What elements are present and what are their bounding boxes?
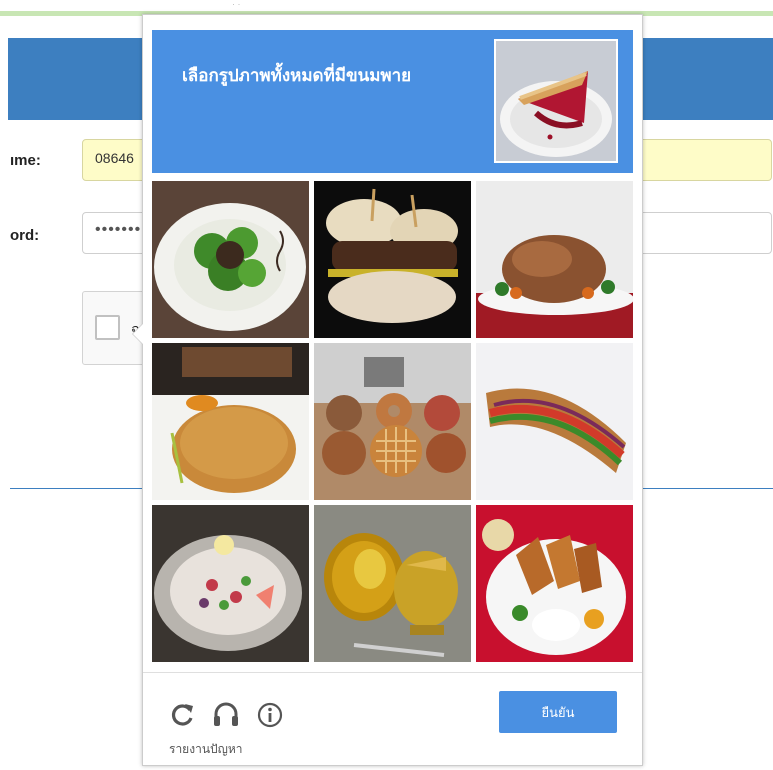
headphones-icon[interactable] xyxy=(211,700,241,730)
image-tile[interactable] xyxy=(476,343,633,500)
challenge-header: เลือกรูปภาพทั้งหมดที่มีขนมพาย xyxy=(152,30,633,173)
golden-teapot-image xyxy=(314,505,471,662)
image-grid xyxy=(152,181,633,663)
footer-divider xyxy=(143,672,642,673)
challenge-instruction: เลือกรูปภาพทั้งหมดที่มีขนมพาย xyxy=(182,66,412,86)
image-tile[interactable] xyxy=(314,181,471,338)
username-label: ıme: xyxy=(10,152,41,169)
image-tile[interactable] xyxy=(152,181,309,338)
reload-icon[interactable] xyxy=(168,700,198,730)
pies-and-donuts-image xyxy=(314,343,471,500)
info-icon[interactable] xyxy=(255,700,285,730)
roast-turkey-image xyxy=(476,181,633,338)
sub-sandwich-image xyxy=(476,343,633,500)
image-tile[interactable] xyxy=(314,505,471,662)
top-dots: · · xyxy=(232,0,241,9)
image-tile[interactable] xyxy=(152,343,309,500)
password-label: ord: xyxy=(10,227,40,244)
report-problem-link[interactable]: รายงานปัญหา xyxy=(169,740,243,759)
image-tile[interactable] xyxy=(476,505,633,662)
burger-image xyxy=(314,181,471,338)
image-tile[interactable] xyxy=(152,505,309,662)
poke-bowl-image xyxy=(152,505,309,662)
image-tile[interactable] xyxy=(476,181,633,338)
pancake-plate-image xyxy=(152,343,309,500)
salad-plate-image xyxy=(152,181,309,338)
fried-chicken-plate-image xyxy=(476,505,633,662)
popup-arrow-inner xyxy=(133,324,143,344)
verify-button[interactable]: ยืนยัน xyxy=(499,691,617,733)
captcha-challenge-popup: เลือกรูปภาพทั้งหมดที่มีขนมพาย ยืนยัน ราย… xyxy=(132,14,643,766)
recaptcha-checkbox[interactable] xyxy=(95,315,120,340)
cherry-pie-sample-image xyxy=(494,39,618,163)
image-tile[interactable] xyxy=(314,343,471,500)
